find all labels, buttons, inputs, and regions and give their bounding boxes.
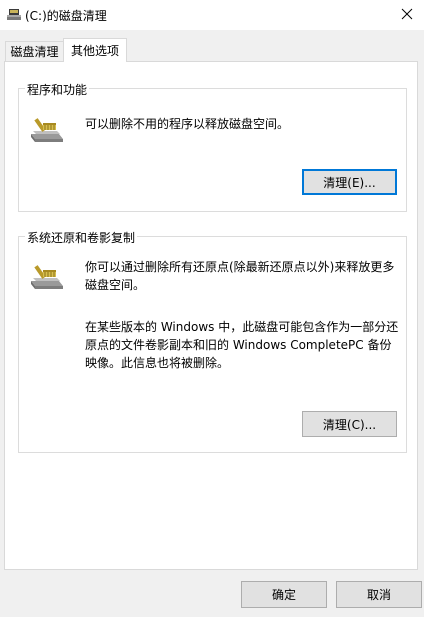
restore-text-line: 原点的文件卷影副本和旧的 Windows CompletePC 备份: [85, 338, 392, 352]
system-restore-legend: 系统还原和卷影复制: [25, 229, 138, 246]
restore-text-line: 磁盘空间。: [85, 278, 146, 292]
title-bar: (C:)的磁盘清理: [0, 0, 424, 30]
restore-text-line: 在某些版本的 Windows 中，此磁盘可能包含作为一部分还: [85, 320, 399, 334]
close-icon: [401, 8, 413, 23]
tab-panel-more-options: 程序和功能 可以删除不用的程序以释放磁盘空间。 清理(E)... 系统还原和卷影…: [4, 61, 418, 570]
disk-cleanup-icon: [29, 261, 65, 291]
cleanup-restore-button[interactable]: 清理(C)...: [302, 411, 397, 437]
programs-features-legend: 程序和功能: [25, 81, 90, 98]
ok-button[interactable]: 确定: [241, 581, 327, 608]
cleanup-programs-button[interactable]: 清理(E)...: [302, 169, 397, 195]
close-button[interactable]: [390, 0, 424, 30]
disk-cleanup-app-icon: [6, 7, 22, 21]
cancel-button[interactable]: 取消: [336, 581, 422, 608]
window-title: (C:)的磁盘清理: [25, 9, 107, 23]
tab-more-options[interactable]: 其他选项: [63, 38, 127, 62]
programs-features-description: 可以删除不用的程序以释放磁盘空间。: [85, 117, 290, 131]
system-restore-group: 系统还原和卷影复制 你可以通过删除所有还原点(除最新还原点以外)来释放更多 磁盘…: [18, 229, 407, 453]
restore-text-line: 映像。此信息也将被删除。: [85, 356, 230, 370]
tab-disk-cleanup[interactable]: 磁盘清理: [5, 41, 64, 61]
programs-features-group: 程序和功能 可以删除不用的程序以释放磁盘空间。 清理(E)...: [18, 81, 407, 212]
restore-text-line: 你可以通过删除所有还原点(除最新还原点以外)来释放更多: [85, 260, 395, 274]
disk-cleanup-icon: [29, 114, 65, 144]
